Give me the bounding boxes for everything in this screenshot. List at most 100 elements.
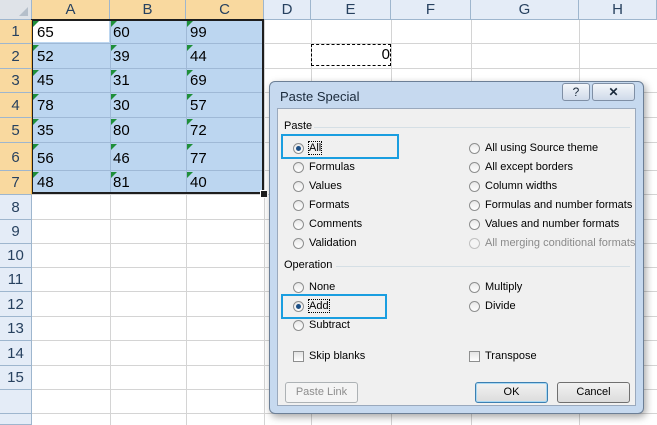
cell-a3[interactable]: 45 [37, 71, 54, 91]
error-indicator-icon [33, 172, 39, 178]
row-header-1[interactable]: 1 [0, 20, 32, 44]
radio-paste-formulas[interactable] [293, 162, 304, 173]
column-header-h[interactable]: H [579, 0, 657, 20]
row-header-2[interactable]: 2 [0, 44, 32, 69]
row-header-12[interactable]: 12 [0, 292, 32, 317]
radio-operation-multiply[interactable] [469, 282, 480, 293]
skip-blanks-checkbox[interactable] [293, 351, 304, 362]
option-paste-formats[interactable]: Formats [309, 198, 349, 212]
error-indicator-icon [187, 94, 193, 100]
error-indicator-icon [33, 21, 39, 27]
option-operation-add[interactable]: Add [308, 299, 330, 313]
selected-range [33, 20, 263, 194]
dialog-title: Paste Special [280, 89, 360, 104]
radio-values-and-number-formats[interactable] [469, 219, 480, 230]
error-indicator-icon [33, 94, 39, 100]
option-paste-all[interactable]: All [307, 141, 323, 155]
row-header-5[interactable]: 5 [0, 118, 32, 143]
error-indicator-icon [111, 144, 117, 150]
radio-all-merging-conditional-formats [469, 238, 480, 249]
radio-formulas-and-number-formats[interactable] [469, 200, 480, 211]
row-header-4[interactable]: 4 [0, 93, 32, 118]
radio-operation-subtract[interactable] [293, 320, 304, 331]
option-all-using-source-theme[interactable]: All using Source theme [485, 141, 598, 155]
radio-all-except-borders[interactable] [469, 162, 480, 173]
ok-button[interactable]: OK [475, 382, 548, 403]
row-header-13[interactable]: 13 [0, 317, 32, 341]
option-operation-subtract[interactable]: Subtract [309, 318, 350, 332]
error-indicator-icon [111, 172, 117, 178]
cell-a4[interactable]: 78 [37, 96, 54, 116]
option-formulas-and-number-formats[interactable]: Formulas and number formats [485, 198, 632, 212]
option-operation-multiply[interactable]: Multiply [485, 280, 522, 294]
row-header-15[interactable]: 15 [0, 366, 32, 390]
cell-a6[interactable]: 56 [37, 149, 54, 169]
cell-a1[interactable]: 65 [37, 23, 54, 43]
radio-column-widths[interactable] [469, 181, 480, 192]
row-header-7[interactable]: 7 [0, 171, 32, 195]
radio-operation-divide[interactable] [469, 301, 480, 312]
cell-a7[interactable]: 48 [37, 173, 54, 193]
error-indicator-icon [187, 21, 193, 27]
radio-operation-add[interactable] [293, 301, 304, 312]
error-indicator-icon [187, 172, 193, 178]
cell-e2[interactable]: 0 [370, 46, 390, 63]
column-header-c[interactable]: C [186, 0, 264, 20]
radio-paste-values[interactable] [293, 181, 304, 192]
option-paste-values[interactable]: Values [309, 179, 342, 193]
help-button[interactable]: ? [562, 83, 590, 101]
column-header-f[interactable]: F [391, 0, 471, 20]
close-button[interactable]: ✕ [592, 83, 635, 101]
cancel-button[interactable]: Cancel [557, 382, 630, 403]
row-header-11[interactable]: 11 [0, 268, 32, 292]
cell-b6[interactable]: 46 [113, 149, 130, 169]
option-column-widths[interactable]: Column widths [485, 179, 557, 193]
option-operation-none[interactable]: None [309, 280, 335, 294]
radio-all-using-source-theme[interactable] [469, 143, 480, 154]
error-indicator-icon [187, 119, 193, 125]
column-header-e[interactable]: E [311, 0, 391, 20]
select-all-corner[interactable] [0, 0, 32, 20]
row-header-17[interactable] [0, 414, 32, 425]
error-indicator-icon [111, 45, 117, 51]
close-icon: ✕ [608, 85, 619, 99]
row-header-14[interactable]: 14 [0, 341, 32, 366]
row-header-16[interactable] [0, 390, 32, 414]
column-header-a[interactable]: A [32, 0, 110, 20]
column-header-d[interactable]: D [264, 0, 311, 20]
radio-paste-validation[interactable] [293, 238, 304, 249]
error-indicator-icon [187, 70, 193, 76]
error-indicator-icon [33, 70, 39, 76]
radio-paste-all[interactable] [293, 143, 304, 154]
cell-c6[interactable]: 77 [190, 149, 207, 169]
radio-paste-formats[interactable] [293, 200, 304, 211]
option-paste-comments[interactable]: Comments [309, 217, 362, 231]
help-icon: ? [572, 85, 580, 99]
cell-a5[interactable]: 35 [37, 121, 54, 141]
error-indicator-icon [33, 45, 39, 51]
radio-operation-none[interactable] [293, 282, 304, 293]
fill-handle[interactable] [260, 190, 268, 198]
radio-paste-comments[interactable] [293, 219, 304, 230]
column-header-b[interactable]: B [110, 0, 186, 20]
operation-group-label: Operation [284, 259, 333, 271]
cell-a2[interactable]: 52 [37, 47, 54, 67]
column-header-g[interactable]: G [471, 0, 579, 20]
skip-blanks-label[interactable]: Skip blanks [309, 349, 365, 363]
paste-group-label: Paste [284, 120, 313, 132]
dialog-body: Paste All Formulas Values Formats Commen… [277, 108, 636, 406]
option-operation-divide[interactable]: Divide [485, 299, 516, 313]
option-all-merging-conditional-formats: All merging conditional formats [485, 237, 636, 249]
row-header-6[interactable]: 6 [0, 143, 32, 171]
row-header-8[interactable]: 8 [0, 195, 32, 220]
transpose-label[interactable]: Transpose [485, 349, 537, 363]
option-values-and-number-formats[interactable]: Values and number formats [485, 217, 619, 231]
option-paste-formulas[interactable]: Formulas [309, 160, 355, 174]
row-header-3[interactable]: 3 [0, 69, 32, 93]
row-header-10[interactable]: 10 [0, 244, 32, 268]
option-paste-validation[interactable]: Validation [309, 236, 357, 250]
transpose-checkbox[interactable] [469, 351, 480, 362]
option-all-except-borders[interactable]: All except borders [485, 160, 573, 174]
row-header-9[interactable]: 9 [0, 220, 32, 244]
error-indicator-icon [111, 21, 117, 27]
